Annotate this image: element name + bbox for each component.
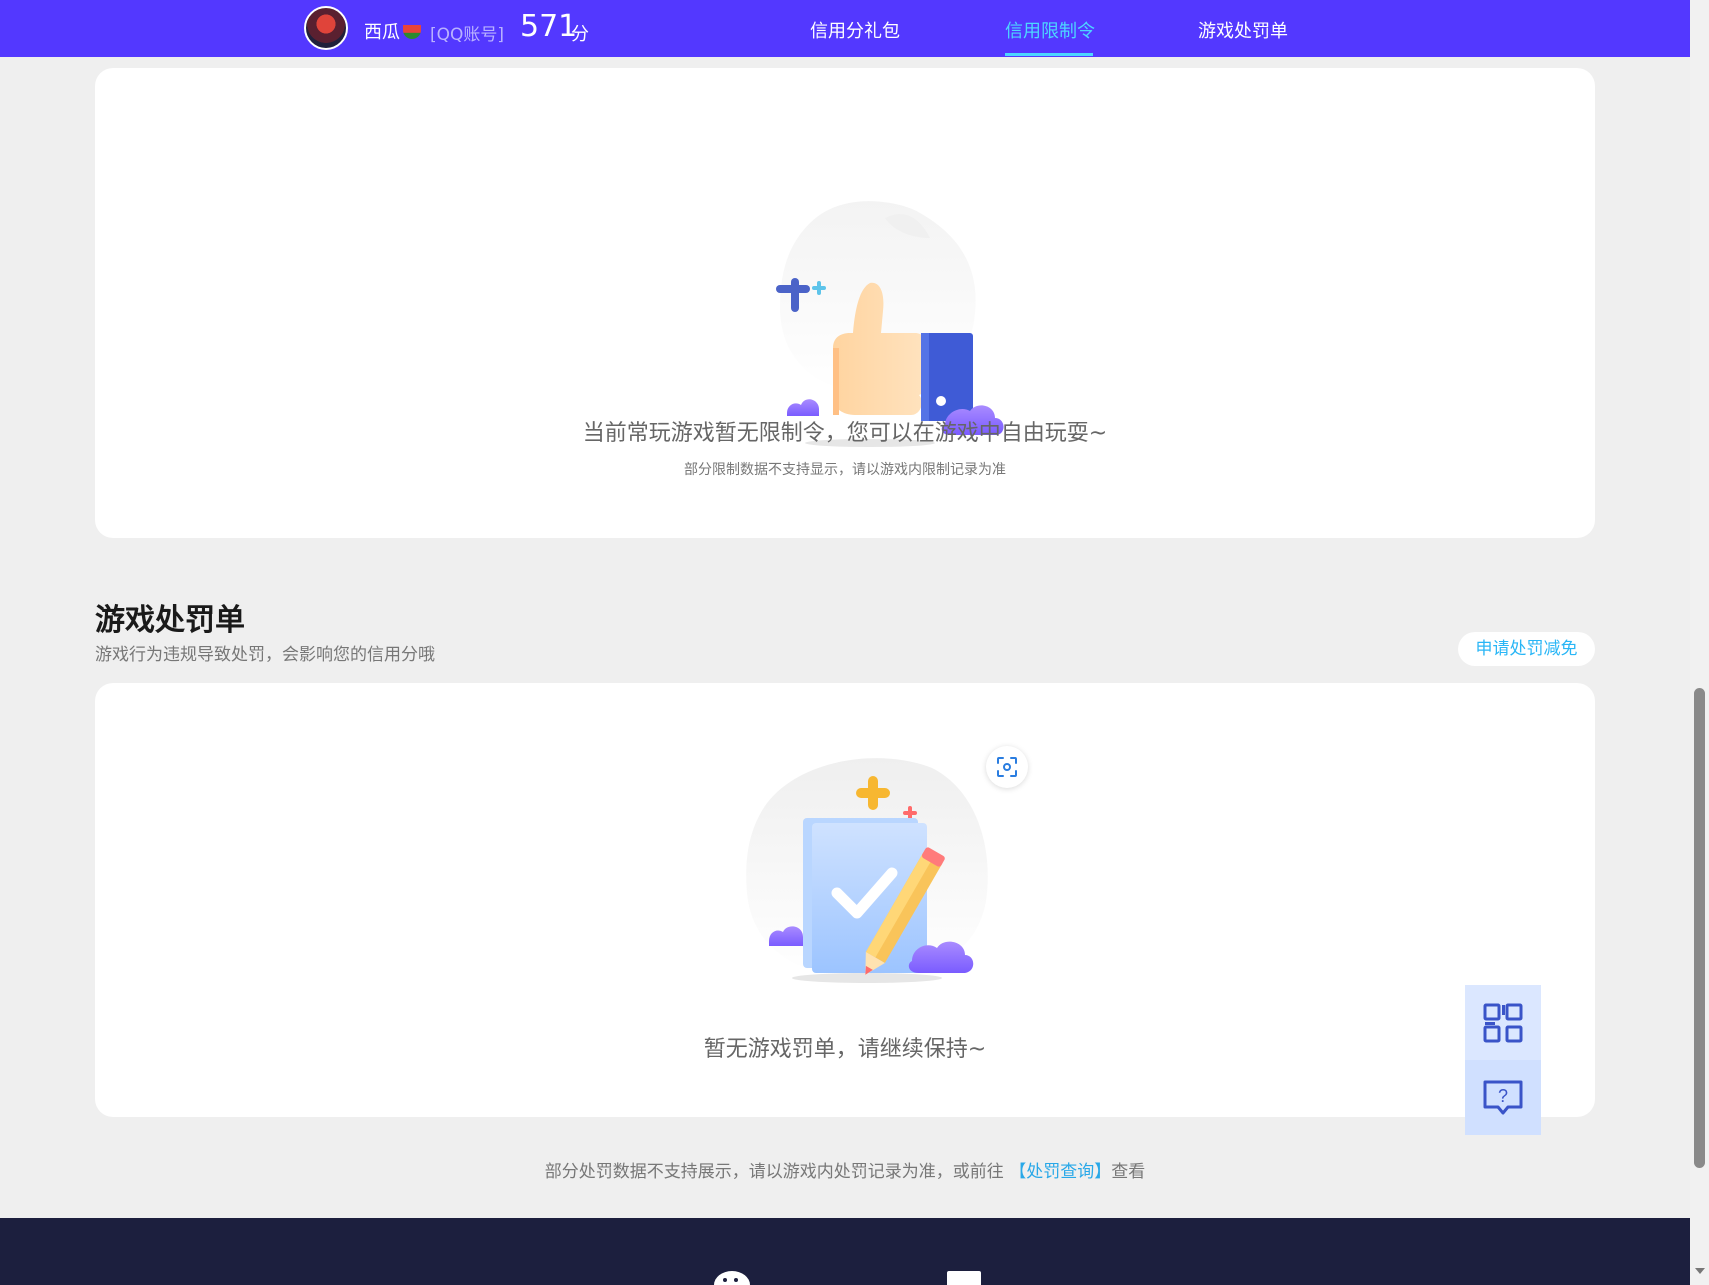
watermelon-icon: [403, 25, 421, 39]
wechat-icon[interactable]: [712, 1268, 760, 1285]
qr-code-icon: [1483, 1003, 1523, 1042]
help-button[interactable]: ?: [1465, 1060, 1541, 1135]
scrollbar-thumb[interactable]: [1694, 688, 1705, 1168]
restriction-empty-message: 当前常玩游戏暂无限制令，您可以在游戏中自由玩耍~: [582, 421, 1108, 446]
tab-credit-restriction[interactable]: 信用限制令: [1005, 17, 1095, 43]
penalty-empty-message: 暂无游戏罚单，请继续保持~: [703, 1037, 987, 1062]
restriction-card: 当前常玩游戏暂无限制令，您可以在游戏中自由玩耍~ 部分限制数据不支持显示，请以游…: [95, 68, 1595, 538]
section-title: 游戏处罚单: [95, 603, 245, 638]
credit-score-unit: 分: [571, 24, 589, 45]
tab-game-penalty[interactable]: 游戏处罚单: [1198, 17, 1288, 43]
footer-note: 部分处罚数据不支持展示，请以游戏内处罚记录为准，或前往 【处罚查询】查看: [0, 1157, 1690, 1182]
avatar[interactable]: [304, 6, 348, 50]
restriction-empty-note: 部分限制数据不支持显示，请以游戏内限制记录为准: [684, 462, 1006, 478]
penalty-card: 暂无游戏罚单，请继续保持~: [95, 683, 1595, 1117]
scan-icon[interactable]: [986, 746, 1028, 788]
active-tab-indicator: [1005, 53, 1093, 56]
svg-text:?: ?: [1498, 1086, 1508, 1106]
credit-score: 571: [520, 9, 578, 44]
footer-note-tail: 查看: [1111, 1162, 1146, 1182]
qr-code-button[interactable]: [1465, 985, 1541, 1060]
tab-credit-gift[interactable]: 信用分礼包: [810, 17, 900, 43]
top-nav-bar: 西瓜 [QQ账号] 571 分 信用分礼包 信用限制令 游戏处罚单: [0, 0, 1690, 57]
scroll-down-arrow-icon[interactable]: [1695, 1268, 1705, 1274]
help-chat-icon: ?: [1483, 1080, 1523, 1114]
apply-penalty-reduction-button[interactable]: 申请处罚减免: [1458, 632, 1595, 666]
section-subtitle: 游戏行为违规导致处罚，会影响您的信用分哦: [95, 645, 435, 665]
account-type: [QQ账号]: [430, 25, 505, 45]
footer-note-text: 部分处罚数据不支持展示，请以游戏内处罚记录为准，或前往: [544, 1162, 1004, 1182]
page-footer: [0, 1218, 1690, 1285]
floating-side-panel: ?: [1465, 985, 1541, 1135]
phone-icon[interactable]: [947, 1271, 981, 1285]
checklist-illustration: [746, 758, 988, 983]
username: 西瓜: [364, 18, 421, 44]
username-text: 西瓜: [364, 22, 400, 43]
penalty-query-link[interactable]: 【处罚查询】: [1009, 1162, 1111, 1182]
